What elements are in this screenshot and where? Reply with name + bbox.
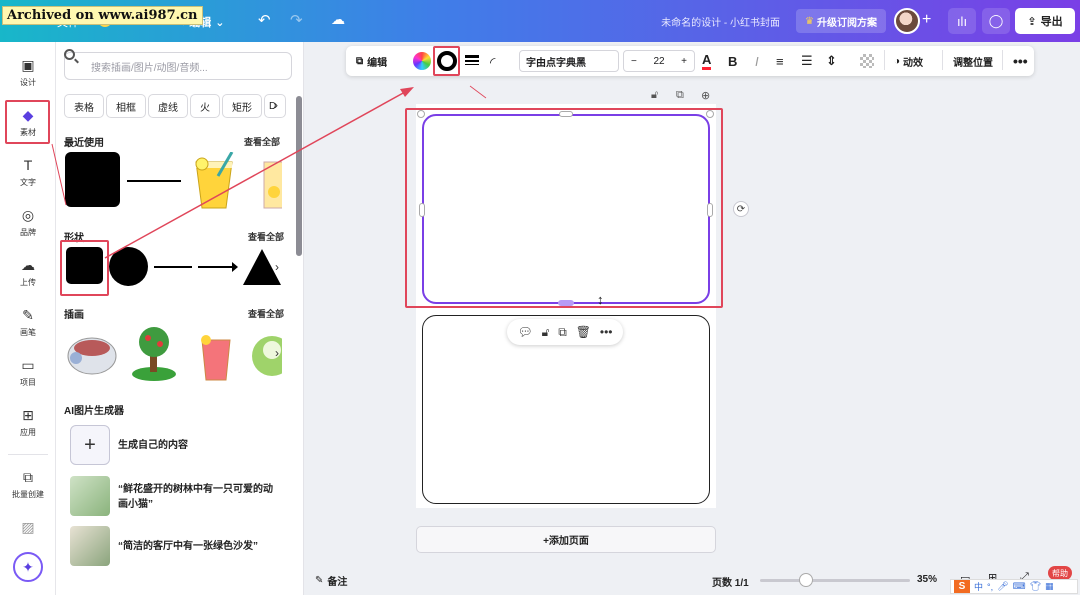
annotation-arrow [51,85,487,259]
zoom-slider-handle[interactable] [799,573,813,587]
mic-icon[interactable]: 🎤︎ [997,581,1008,592]
ime-toolbar: S 中 °, 🎤︎ ⌨ 👕︎ ▦ [950,579,1078,594]
keyboard-icon[interactable]: ⌨ [1013,581,1026,592]
shirt-icon[interactable]: 👕︎ [1030,581,1041,592]
sogou-icon[interactable]: S [954,580,970,593]
notes-icon: ✎ [315,575,324,586]
punctuation-icon[interactable]: °, [987,582,993,592]
watermark-text: Archived on www.ai987.cn [2,6,203,25]
zoom-level[interactable]: 35% [917,574,937,585]
notes-button[interactable]: ✎ 备注 [315,573,347,588]
notes-label: 备注 [327,577,348,588]
page-count[interactable]: 页数 1/1 [712,574,749,589]
toolbox-icon[interactable]: ▦ [1045,581,1054,592]
ime-lang[interactable]: 中 [974,580,983,593]
zoom-slider[interactable] [760,579,910,582]
help-badge[interactable]: 帮助 [1048,566,1072,580]
